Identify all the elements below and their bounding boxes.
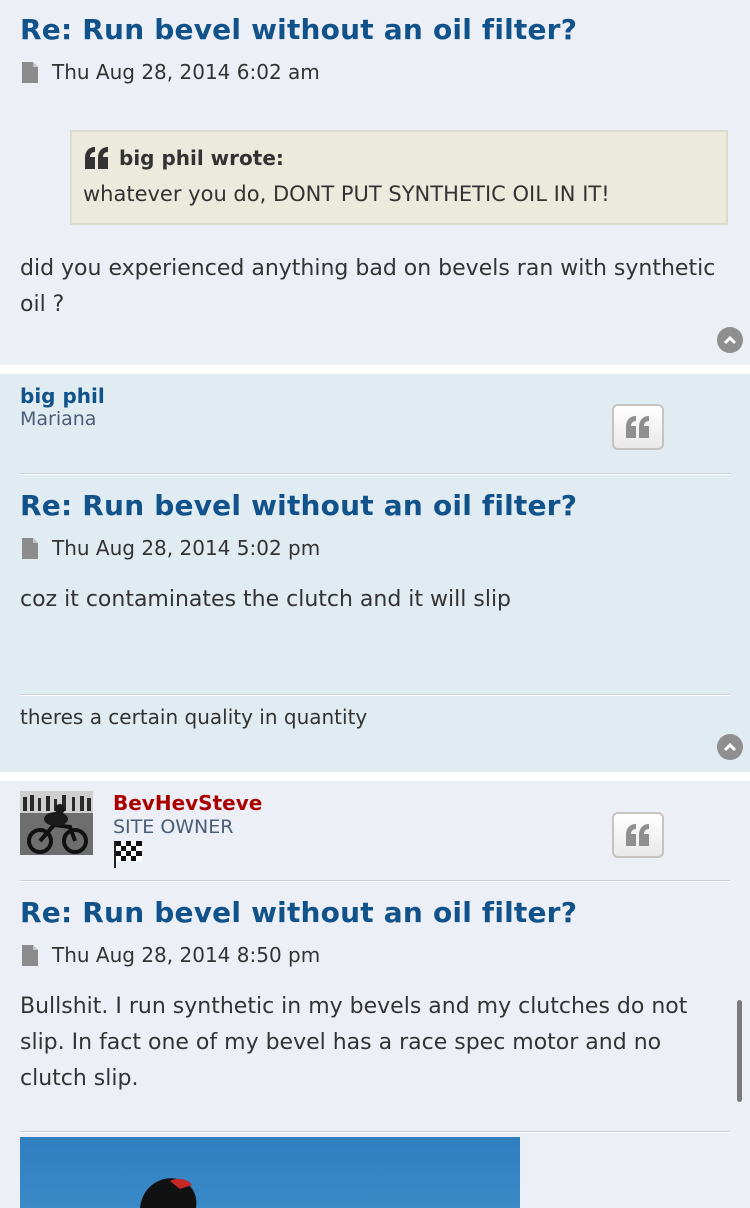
quote-icon (626, 416, 649, 438)
author-rank: SITE OWNER (113, 816, 234, 838)
post-author[interactable]: BevHevSteve (113, 791, 262, 815)
author-location: Mariana (20, 408, 97, 430)
post-date: Thu Aug 28, 2014 6:02 am (52, 60, 320, 84)
post-3: BevHevSteve SITE OWNER Re: Run bevel wit… (0, 781, 750, 1208)
quote-icon (626, 824, 649, 846)
post-date-row: Thu Aug 28, 2014 5:02 pm (20, 536, 320, 560)
quote-icon (85, 147, 108, 169)
back-to-top-button[interactable] (717, 327, 743, 353)
quote-button[interactable] (612, 404, 664, 450)
attached-photo (20, 1137, 520, 1208)
file-icon (22, 61, 38, 83)
divider (20, 473, 730, 475)
post-title[interactable]: Re: Run bevel without an oil filter? (20, 13, 577, 46)
avatar[interactable] (20, 791, 93, 855)
post-date-row: Thu Aug 28, 2014 6:02 am (20, 60, 320, 84)
post-date: Thu Aug 28, 2014 5:02 pm (52, 536, 321, 560)
attached-image[interactable] (20, 1137, 520, 1208)
post-date-row: Thu Aug 28, 2014 8:50 pm (20, 943, 320, 967)
content-divider (20, 1131, 730, 1133)
signature-divider (20, 694, 730, 696)
post-author[interactable]: big phil (20, 384, 105, 408)
post-2: big phil Mariana Re: Run bevel without a… (0, 374, 750, 772)
signature: theres a certain quality in quantity (20, 705, 368, 729)
back-to-top-button[interactable] (717, 734, 743, 760)
file-icon (22, 537, 38, 559)
avatar-image (20, 791, 93, 855)
post-title[interactable]: Re: Run bevel without an oil filter? (20, 896, 577, 929)
file-icon (22, 944, 38, 966)
divider (20, 880, 730, 882)
scrollbar[interactable] (737, 1000, 742, 1102)
quote-author: big phil wrote: (119, 146, 284, 170)
post-date: Thu Aug 28, 2014 8:50 pm (52, 943, 321, 967)
post-content: coz it contaminates the clutch and it wi… (20, 587, 512, 612)
post-1: Re: Run bevel without an oil filter? Thu… (0, 0, 750, 365)
chevron-up-icon (723, 742, 737, 752)
quote-button[interactable] (612, 812, 664, 858)
quote-cite: big phil wrote: (84, 146, 284, 170)
post-content: Bullshit. I run synthetic in my bevels a… (20, 994, 688, 1091)
post-content: did you experienced anything bad on beve… (20, 256, 716, 317)
quote-block: big phil wrote: whatever you do, DONT PU… (70, 130, 728, 225)
post-title[interactable]: Re: Run bevel without an oil filter? (20, 489, 577, 522)
rank-image (113, 840, 143, 872)
chevron-up-icon (723, 335, 737, 345)
checkered-flag-icon (114, 841, 142, 868)
quote-text: whatever you do, DONT PUT SYNTHETIC OIL … (83, 182, 610, 206)
